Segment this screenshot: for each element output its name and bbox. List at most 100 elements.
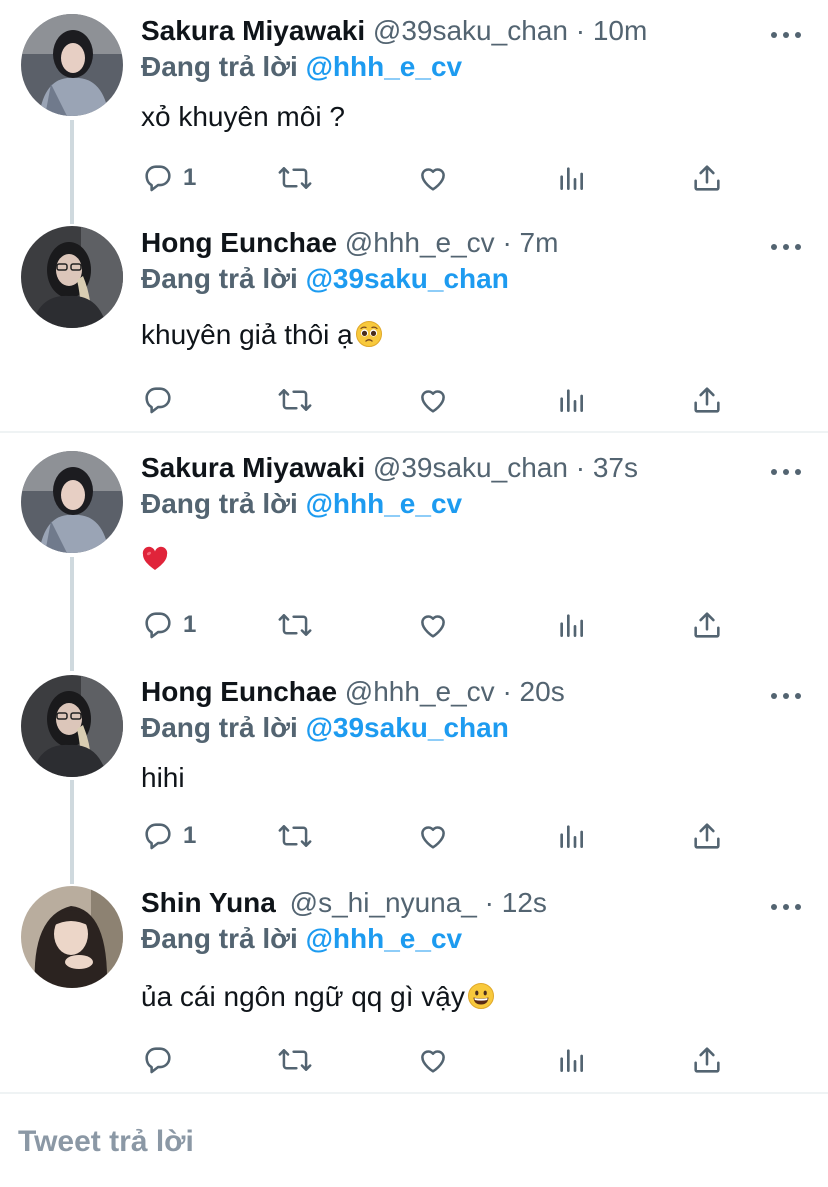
user-handle[interactable]: @hhh_e_cv [345,676,495,707]
tweet-header: Sakura Miyawaki @39saku_chan · 37s [141,451,638,485]
user-handle[interactable]: @39saku_chan [373,15,568,46]
retweet-button[interactable] [277,607,313,643]
analytics-button[interactable] [555,160,587,196]
share-icon [694,165,720,191]
avatar[interactable] [21,14,123,116]
mention-link[interactable]: @39saku_chan [306,712,509,743]
pleading-face-icon [355,320,383,356]
timestamp[interactable]: 7m [520,227,559,258]
reply-count: 1 [183,164,197,191]
like-button[interactable] [416,818,450,854]
share-button[interactable] [690,160,724,196]
retweet-button[interactable] [277,818,313,854]
share-button[interactable] [690,818,724,854]
tweet-header: Hong Eunchae @hhh_e_cv · 7m [141,226,558,260]
timestamp[interactable]: 10m [593,15,647,46]
thread-line [70,120,74,224]
more-icon[interactable] [766,900,806,912]
mention-link[interactable]: @hhh_e_cv [306,51,462,82]
analytics-button[interactable] [555,382,587,418]
reply-button[interactable]: 1 [141,160,196,196]
separator-dot: · [502,227,512,258]
tweet-header: Sakura Miyawaki @39saku_chan · 10m [141,14,647,48]
display-name[interactable]: Hong Eunchae [141,227,337,258]
tweet-text [141,543,169,581]
tweet-text-body: ủa cái ngôn ngữ qq gì vậy [141,981,465,1012]
share-button[interactable] [690,1042,724,1078]
like-icon [421,826,445,849]
replying-to-label: Đang trả lời [141,51,298,82]
more-icon[interactable] [766,240,806,252]
mention-link[interactable]: @39saku_chan [306,263,509,294]
display-name[interactable]: Shin Yuna [141,887,276,918]
mention-link[interactable]: @hhh_e_cv [306,488,462,519]
reply-button[interactable]: 1 [141,607,196,643]
replying-to-label: Đang trả lời [141,712,298,743]
thread-line [70,557,74,671]
reply-button[interactable]: 1 [141,818,196,854]
retweet-icon [278,614,312,636]
reply-icon [145,612,171,639]
avatar[interactable] [21,675,123,777]
reply-compose-input[interactable]: Tweet trả lời [18,1124,194,1160]
tweet-actions [141,382,741,418]
timestamp[interactable]: 12s [502,887,547,918]
separator-dot: · [502,676,512,707]
like-button[interactable] [416,607,450,643]
timestamp[interactable]: 20s [520,676,565,707]
tweet-text: xỏ khuyên môi ? [141,100,345,134]
tweet-text-body: xỏ khuyên môi ? [141,101,345,132]
user-handle[interactable]: @hhh_e_cv [345,227,495,258]
share-button[interactable] [690,607,724,643]
tweet-header: Hong Eunchae @hhh_e_cv · 20s [141,675,565,709]
like-icon [421,390,445,413]
thread-line [70,780,74,884]
separator-dot: · [575,15,586,46]
like-button[interactable] [416,1042,450,1078]
display-name[interactable]: Sakura Miyawaki [141,15,365,46]
retweet-button[interactable] [277,382,313,418]
tweet-text-body: khuyên giả thôi ạ [141,319,353,350]
more-icon[interactable] [766,689,806,701]
share-icon [694,1047,720,1073]
tweet-actions: 1 [141,160,741,196]
separator-dot: · [575,452,586,483]
like-icon [421,1050,445,1073]
share-button[interactable] [690,382,724,418]
retweet-button[interactable] [277,1042,313,1078]
more-icon[interactable] [766,28,806,40]
retweet-icon [278,167,312,189]
separator-dot: · [484,887,494,918]
display-name[interactable]: Hong Eunchae [141,676,337,707]
tweet-text: hihi [141,761,185,795]
reply-icon [145,387,171,414]
timestamp[interactable]: 37s [593,452,638,483]
like-button[interactable] [416,382,450,418]
reply-icon [145,165,171,192]
tweet-actions: 1 [141,818,741,854]
analytics-button[interactable] [555,607,587,643]
reply-button[interactable] [141,1042,183,1078]
grinning-face-icon [467,982,495,1018]
divider [0,1092,828,1094]
retweet-icon [278,389,312,411]
red-heart-icon [141,545,169,581]
avatar[interactable] [21,226,123,328]
avatar[interactable] [21,886,123,988]
user-handle[interactable]: @39saku_chan [373,452,568,483]
analytics-button[interactable] [555,1042,587,1078]
like-button[interactable] [416,160,450,196]
more-icon[interactable] [766,465,806,477]
reply-button[interactable] [141,382,183,418]
retweet-button[interactable] [277,160,313,196]
replying-to: Đang trả lời @39saku_chan [141,711,509,745]
analytics-icon [560,389,583,412]
reply-count: 1 [183,611,197,638]
analytics-icon [560,614,583,637]
user-handle[interactable]: @s_hi_nyuna_ [290,887,477,918]
analytics-button[interactable] [555,818,587,854]
display-name[interactable]: Sakura Miyawaki [141,452,365,483]
mention-link[interactable]: @hhh_e_cv [306,923,462,954]
avatar[interactable] [21,451,123,553]
share-icon [694,823,720,849]
